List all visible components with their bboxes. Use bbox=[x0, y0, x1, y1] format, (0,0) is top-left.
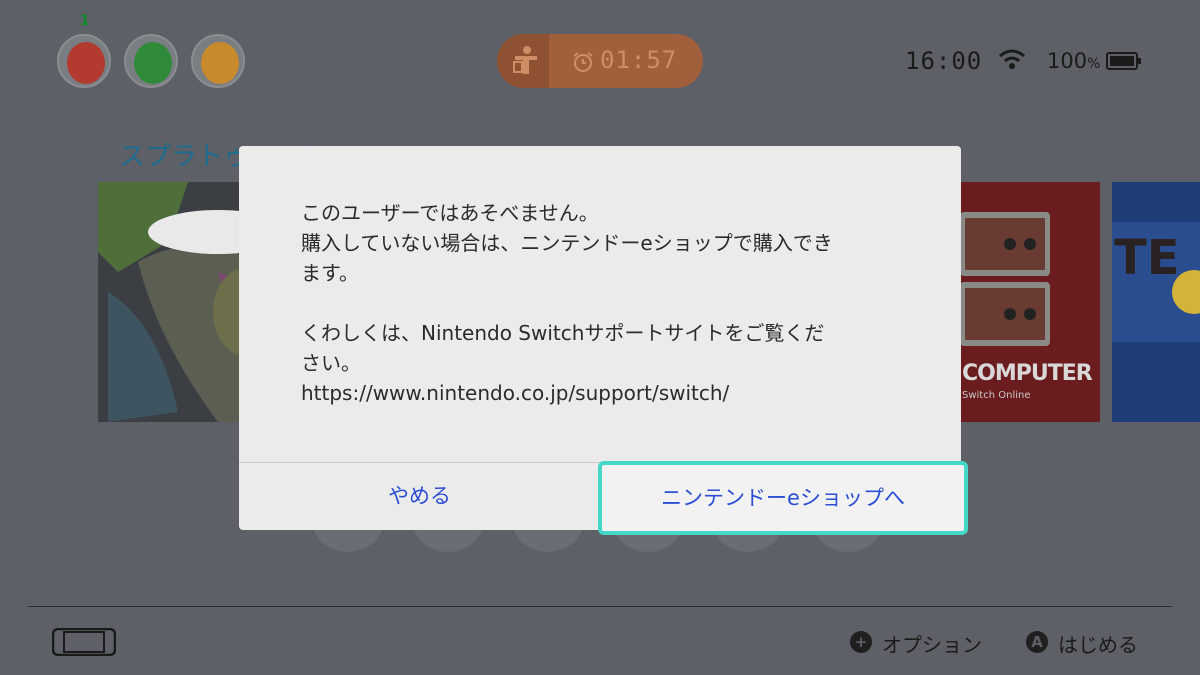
parental-control-icon bbox=[497, 34, 549, 88]
dialog-line: ます。 bbox=[301, 261, 359, 285]
play-timer: 01:57 bbox=[600, 46, 678, 74]
alarm-clock-icon bbox=[573, 52, 593, 72]
battery-icon bbox=[1106, 52, 1141, 70]
cancel-button[interactable]: やめる bbox=[239, 462, 600, 530]
eshop-button[interactable]: ニンテンドーeショップへ bbox=[598, 461, 968, 535]
dialog-message-support: くわしくは、Nintendo Switchサポートサイトをご覧くだ さい。 ht… bbox=[301, 318, 911, 408]
user-avatar-1[interactable] bbox=[57, 34, 111, 88]
famicom-controller-art bbox=[950, 182, 1100, 422]
start-hint[interactable]: はじめる bbox=[1058, 629, 1138, 658]
dialog-line: このユーザーではあそべません。 bbox=[301, 201, 599, 225]
dialog-line: くわしくは、Nintendo Switchサポートサイトをご覧くだ bbox=[301, 321, 825, 345]
user-badge-count: 1 bbox=[80, 13, 90, 29]
tetris-cover-art bbox=[1112, 182, 1200, 422]
tetris-tile-title: TE bbox=[1114, 230, 1180, 286]
famicom-tile-title: COMPUTER bbox=[962, 361, 1093, 386]
user-avatar-3[interactable] bbox=[191, 34, 245, 88]
game-tile-famicom-online[interactable] bbox=[950, 182, 1100, 422]
clock: 16:00 bbox=[905, 47, 983, 75]
home-screen: 1 01:57 16:00 100% スプラトゥーン2 COMPUTER Swi… bbox=[0, 0, 1200, 675]
switch-console-icon bbox=[52, 628, 116, 656]
plus-button-icon: + bbox=[850, 631, 872, 653]
dialog-line: 購入していない場合は、ニンテンドーeショップで購入でき bbox=[301, 231, 833, 255]
user-avatar-2[interactable] bbox=[124, 34, 178, 88]
wifi-icon bbox=[999, 49, 1025, 69]
game-tile-tetris[interactable] bbox=[1112, 182, 1200, 422]
famicom-tile-subtitle: Switch Online bbox=[962, 390, 1031, 401]
error-dialog: このユーザーではあそべません。 購入していない場合は、ニンテンドーeショップで購… bbox=[239, 146, 968, 535]
battery-percent: 100% bbox=[1047, 49, 1101, 73]
dialog-support-url: https://www.nintendo.co.jp/support/switc… bbox=[301, 381, 730, 405]
dialog-line: さい。 bbox=[301, 351, 361, 375]
a-button-icon: A bbox=[1026, 631, 1048, 653]
bottom-divider bbox=[28, 606, 1172, 607]
dialog-message-primary: このユーザーではあそべません。 購入していない場合は、ニンテンドーeショップで購… bbox=[301, 198, 911, 288]
options-hint[interactable]: オプション bbox=[882, 629, 982, 658]
